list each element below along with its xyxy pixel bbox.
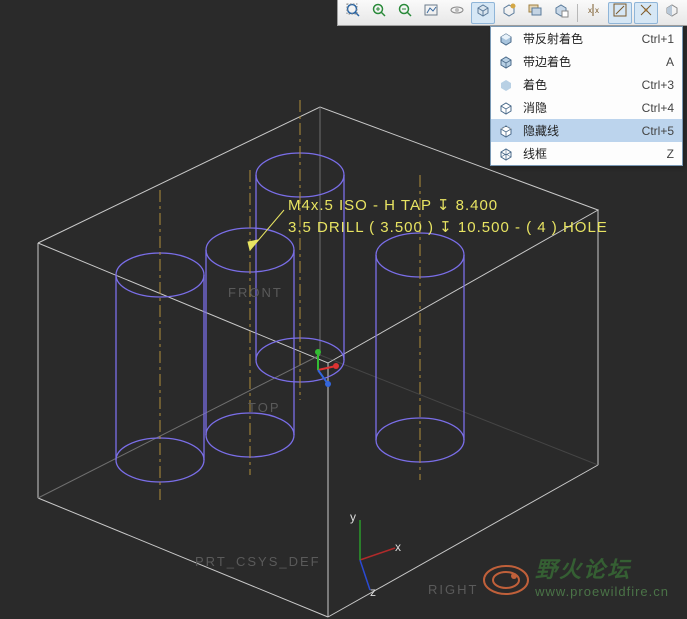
zoom-fit-icon [345, 2, 361, 23]
menu-item-label: 隐藏线 [523, 122, 632, 139]
layers-button[interactable] [523, 2, 547, 24]
menu-item-cube-wireframe[interactable]: 线框 Z [491, 142, 682, 165]
display-style-button[interactable] [471, 2, 495, 24]
svg-text:x: x [588, 6, 592, 15]
menu-item-cube-hidden[interactable]: 消隐 Ctrl+4 [491, 96, 682, 119]
datum-axis-icon [612, 2, 628, 23]
svg-text:x: x [595, 6, 599, 15]
menu-item-shortcut: Ctrl+1 [642, 32, 674, 46]
datum-plane-button[interactable]: xx [582, 2, 606, 24]
repaint-icon [423, 2, 439, 23]
menu-item-cube-shaded-reflect[interactable]: 带反射着色 Ctrl+1 [491, 27, 682, 50]
menu-item-cube-shaded-edge[interactable]: 带边着色 A [491, 50, 682, 73]
spin-icon [449, 2, 465, 23]
zoom-out-button[interactable] [393, 2, 417, 24]
menu-item-shortcut: Ctrl+4 [642, 101, 674, 115]
zoom-in-button[interactable] [367, 2, 391, 24]
menu-item-cube-shaded[interactable]: 着色 Ctrl+3 [491, 73, 682, 96]
menu-item-label: 带边着色 [523, 53, 656, 70]
menu-item-shortcut: A [666, 55, 674, 69]
cube-hidden-icon [495, 100, 517, 116]
cube-shaded-icon [495, 77, 517, 93]
datum-point-icon [638, 2, 654, 23]
menu-item-label: 线框 [523, 145, 657, 162]
menu-item-shortcut: Z [667, 147, 674, 161]
view-manager-button[interactable] [549, 2, 573, 24]
toolbar-separator [577, 4, 578, 22]
menu-item-label: 着色 [523, 76, 632, 93]
display-style-menu: 带反射着色 Ctrl+1 带边着色 A 着色 Ctrl+3 消隐 Ctrl+4 隐藏线 Ctrl+… [490, 26, 683, 166]
view-manager-icon [553, 2, 569, 23]
half-button[interactable] [660, 2, 684, 24]
zoom-fit-button[interactable] [341, 2, 365, 24]
view-toolbar: xx [337, 0, 687, 26]
cube-wireframe-icon [495, 146, 517, 162]
half-icon [664, 2, 680, 23]
cube-hidden-line-icon [495, 123, 517, 139]
zoom-in-icon [371, 2, 387, 23]
saved-views-icon [501, 2, 517, 23]
repaint-button[interactable] [419, 2, 443, 24]
datum-plane-icon: xx [586, 2, 602, 23]
cube-shaded-reflect-icon [495, 31, 517, 47]
datum-axis-button[interactable] [608, 2, 632, 24]
menu-item-shortcut: Ctrl+3 [642, 78, 674, 92]
datum-point-button[interactable] [634, 2, 658, 24]
zoom-out-icon [397, 2, 413, 23]
cube-shaded-edge-icon [495, 54, 517, 70]
menu-item-label: 消隐 [523, 99, 632, 116]
menu-item-label: 带反射着色 [523, 30, 632, 47]
display-style-icon [475, 2, 491, 23]
layers-icon [527, 2, 543, 23]
saved-views-button[interactable] [497, 2, 521, 24]
menu-item-shortcut: Ctrl+5 [642, 124, 674, 138]
menu-item-cube-hidden-line[interactable]: 隐藏线 Ctrl+5 [491, 119, 682, 142]
spin-button[interactable] [445, 2, 469, 24]
